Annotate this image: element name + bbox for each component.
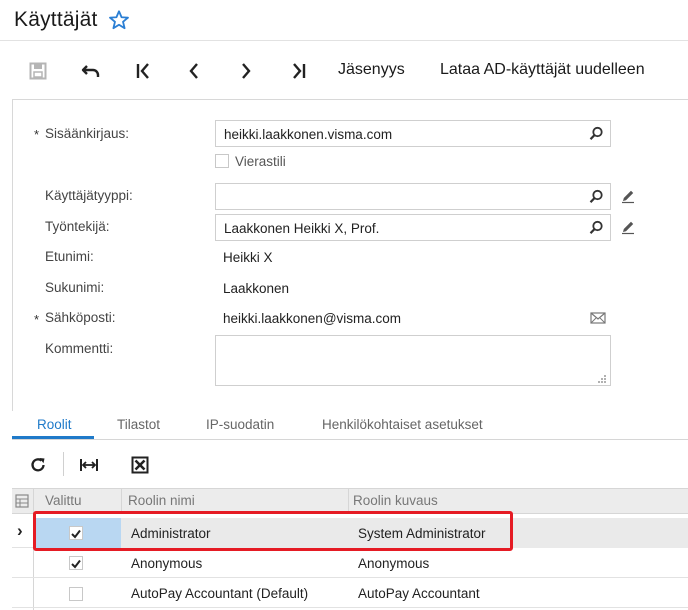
checkmark-icon	[71, 559, 81, 569]
export-excel-icon[interactable]	[130, 455, 150, 475]
reload-ad-users-button[interactable]: Lataa AD-käyttäjät uudelleen	[440, 61, 645, 79]
refresh-icon[interactable]	[28, 455, 48, 475]
tab-ip-filter[interactable]: IP-suodatin	[206, 417, 274, 432]
role-name[interactable]: AutoPay Accountant (Default)	[131, 586, 308, 601]
employee-value: Laakkonen Heikki X, Prof.	[224, 221, 380, 236]
login-value: heikki.laakkonen.visma.com	[224, 127, 393, 142]
tabs-divider	[12, 439, 688, 440]
resize-grip-icon[interactable]	[597, 372, 607, 383]
required-mark: *	[34, 312, 40, 327]
required-mark: *	[34, 127, 40, 142]
role-selected-checkbox[interactable]	[69, 587, 83, 601]
first-name-value[interactable]: Heikki X	[223, 250, 273, 265]
tab-personal-settings[interactable]: Henkilökohtaiset asetukset	[322, 417, 483, 432]
search-icon[interactable]	[589, 126, 604, 141]
first-record-icon[interactable]	[133, 60, 155, 82]
grid-toolbar-separator	[63, 452, 64, 476]
save-icon[interactable]	[27, 60, 49, 82]
edit-pencil-icon[interactable]	[620, 188, 636, 204]
table-row[interactable]	[12, 578, 688, 608]
guest-account-label: Vierastili	[235, 154, 286, 169]
highlight-annotation-box	[33, 511, 513, 551]
favorite-star-icon[interactable]	[108, 9, 130, 31]
title-divider	[0, 40, 688, 41]
email-value[interactable]: heikki.laakkonen@visma.com	[223, 311, 401, 326]
last-record-icon[interactable]	[287, 60, 309, 82]
fit-columns-icon[interactable]	[79, 455, 99, 475]
first-name-label: Etunimi:	[45, 249, 94, 264]
role-description[interactable]: Anonymous	[358, 556, 429, 571]
column-header-selected[interactable]: Valittu	[45, 493, 82, 508]
mail-envelope-icon[interactable]	[590, 311, 606, 325]
role-name[interactable]: Anonymous	[131, 556, 202, 571]
role-description[interactable]: AutoPay Accountant	[358, 586, 480, 601]
last-name-value[interactable]: Laakkonen	[223, 281, 289, 296]
next-record-icon[interactable]	[235, 60, 257, 82]
employee-label: Työntekijä:	[45, 219, 110, 234]
page-title: Käyttäjät	[14, 8, 98, 31]
login-label: Sisäänkirjaus:	[45, 126, 130, 141]
employee-field[interactable]: Laakkonen Heikki X, Prof.	[215, 214, 611, 241]
column-header-role-name[interactable]: Roolin nimi	[128, 493, 195, 508]
membership-button[interactable]: Jäsenyys	[338, 61, 405, 79]
tab-statistics[interactable]: Tilastot	[117, 417, 160, 432]
comment-label: Kommentti:	[45, 341, 114, 356]
table-row[interactable]	[12, 548, 688, 578]
comment-textarea[interactable]	[215, 335, 611, 386]
login-field[interactable]: heikki.laakkonen.visma.com	[215, 120, 611, 147]
search-icon[interactable]	[589, 189, 604, 204]
previous-record-icon[interactable]	[183, 60, 205, 82]
current-row-indicator: ›	[17, 521, 23, 540]
row-selector-icon[interactable]	[15, 494, 29, 508]
email-label: Sähköposti:	[45, 310, 116, 325]
column-header-role-description[interactable]: Roolin kuvaus	[353, 493, 438, 508]
user-type-label: Käyttäjätyyppi:	[45, 188, 133, 203]
search-icon[interactable]	[589, 220, 604, 235]
user-type-field[interactable]	[215, 183, 611, 210]
role-selected-checkbox[interactable]	[69, 556, 83, 570]
last-name-label: Sukunimi:	[45, 280, 105, 295]
guest-account-checkbox[interactable]	[215, 154, 229, 168]
tab-roles[interactable]: Roolit	[37, 417, 72, 432]
edit-pencil-icon[interactable]	[620, 219, 636, 235]
undo-icon[interactable]	[80, 60, 102, 82]
